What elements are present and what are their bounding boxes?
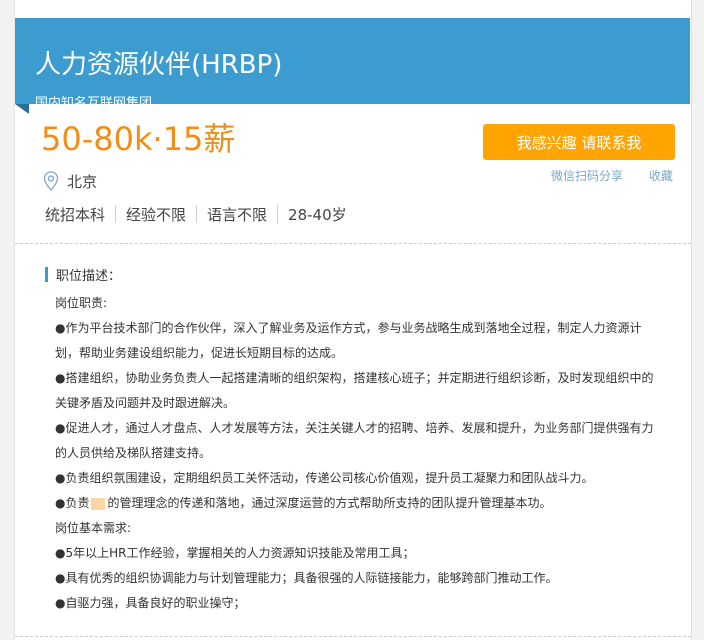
requirement-age: 28-40岁 — [288, 205, 347, 224]
description-heading-text: 职位描述： — [56, 268, 122, 284]
job-title: 人力资源伙伴(HRBP) — [35, 50, 283, 80]
job-card: 人力资源伙伴(HRBP) 国内知名互联网集团 50-80k·15薪 北京 统招本… — [14, 0, 692, 640]
requirement-education: 统招本科 — [45, 205, 106, 224]
description-line: ●具有优秀的组织协调能力与计划管理能力；具备很强的人际链接能力，能够跨部门推动工… — [55, 571, 558, 585]
description-line: 岗位基本需求: — [55, 521, 132, 535]
description-line: ●促进人才，通过人才盘点、人才发展等方法，关注关键人才的招聘、培养、发展和提升，… — [55, 421, 654, 435]
divider — [115, 205, 117, 223]
description-line: 关键矛盾及问题并及时跟进解决。 — [55, 396, 236, 410]
divider — [196, 205, 198, 223]
location-pin-icon — [43, 171, 59, 191]
requirement-language: 语言不限 — [207, 205, 268, 224]
wechat-share-link[interactable]: 微信扫码分享 — [551, 169, 623, 183]
masked-line-suffix: 的管理理念的传递和落地，通过深度运营的方式帮助所支持的团队提升管理基本功。 — [107, 496, 552, 510]
divider — [277, 205, 279, 223]
description-line: 划，帮助业务建设组织能力，促进长短期目标的达成。 — [55, 346, 344, 360]
description-line: ●自驱力强，具备良好的职业操守； — [55, 596, 246, 610]
description-body: 岗位职责: ●作为平台技术部门的合作伙伴，深入了解业务及运作方式，参与业务战略生… — [55, 291, 675, 616]
location-text: 北京 — [67, 172, 98, 191]
company-name: 国内知名互联网集团 — [35, 96, 153, 111]
description-line: 的人员供给及梯队搭建支持。 — [55, 446, 212, 460]
heading-accent-bar — [45, 266, 48, 282]
job-header-banner: 人力资源伙伴(HRBP) 国内知名互联网集团 — [15, 18, 690, 111]
masked-line-prefix: ●负责 — [55, 496, 90, 510]
description-line: 岗位职责: — [55, 296, 108, 310]
action-links: 微信扫码分享 收藏 — [551, 167, 673, 184]
redaction-highlight — [91, 497, 106, 510]
location: 北京 — [43, 170, 97, 192]
description-heading: 职位描述： — [45, 265, 122, 284]
description-line: ●搭建组织，协助业务负责人一起搭建清晰的组织架构，搭建核心班子；并定期进行组织诊… — [55, 371, 654, 385]
bottom-divider — [15, 636, 691, 637]
description-line-masked: ●负责 的管理理念的传递和落地，通过深度运营的方式帮助所支持的团队提升管理基本功。 — [55, 491, 675, 516]
requirement-experience: 经验不限 — [126, 205, 187, 224]
job-requirements: 统招本科 经验不限 语言不限 28-40岁 — [45, 203, 347, 225]
favorite-link[interactable]: 收藏 — [649, 169, 673, 183]
description-line: ●作为平台技术部门的合作伙伴，深入了解业务及运作方式，参与业务战略生成到落地全过… — [55, 321, 642, 335]
banner-fold-decoration — [15, 104, 29, 114]
description-line: ●负责组织氛围建设，定期组织员工关怀活动，传递公司核心价值观，提升员工凝聚力和团… — [55, 471, 594, 485]
salary: 50-80k·15薪 — [41, 120, 236, 158]
description-line: ●5年以上HR工作经验，掌握相关的人力资源知识技能及常用工具； — [55, 546, 415, 560]
section-divider — [15, 243, 691, 244]
interest-contact-button[interactable]: 我感兴趣 请联系我 — [483, 124, 675, 160]
